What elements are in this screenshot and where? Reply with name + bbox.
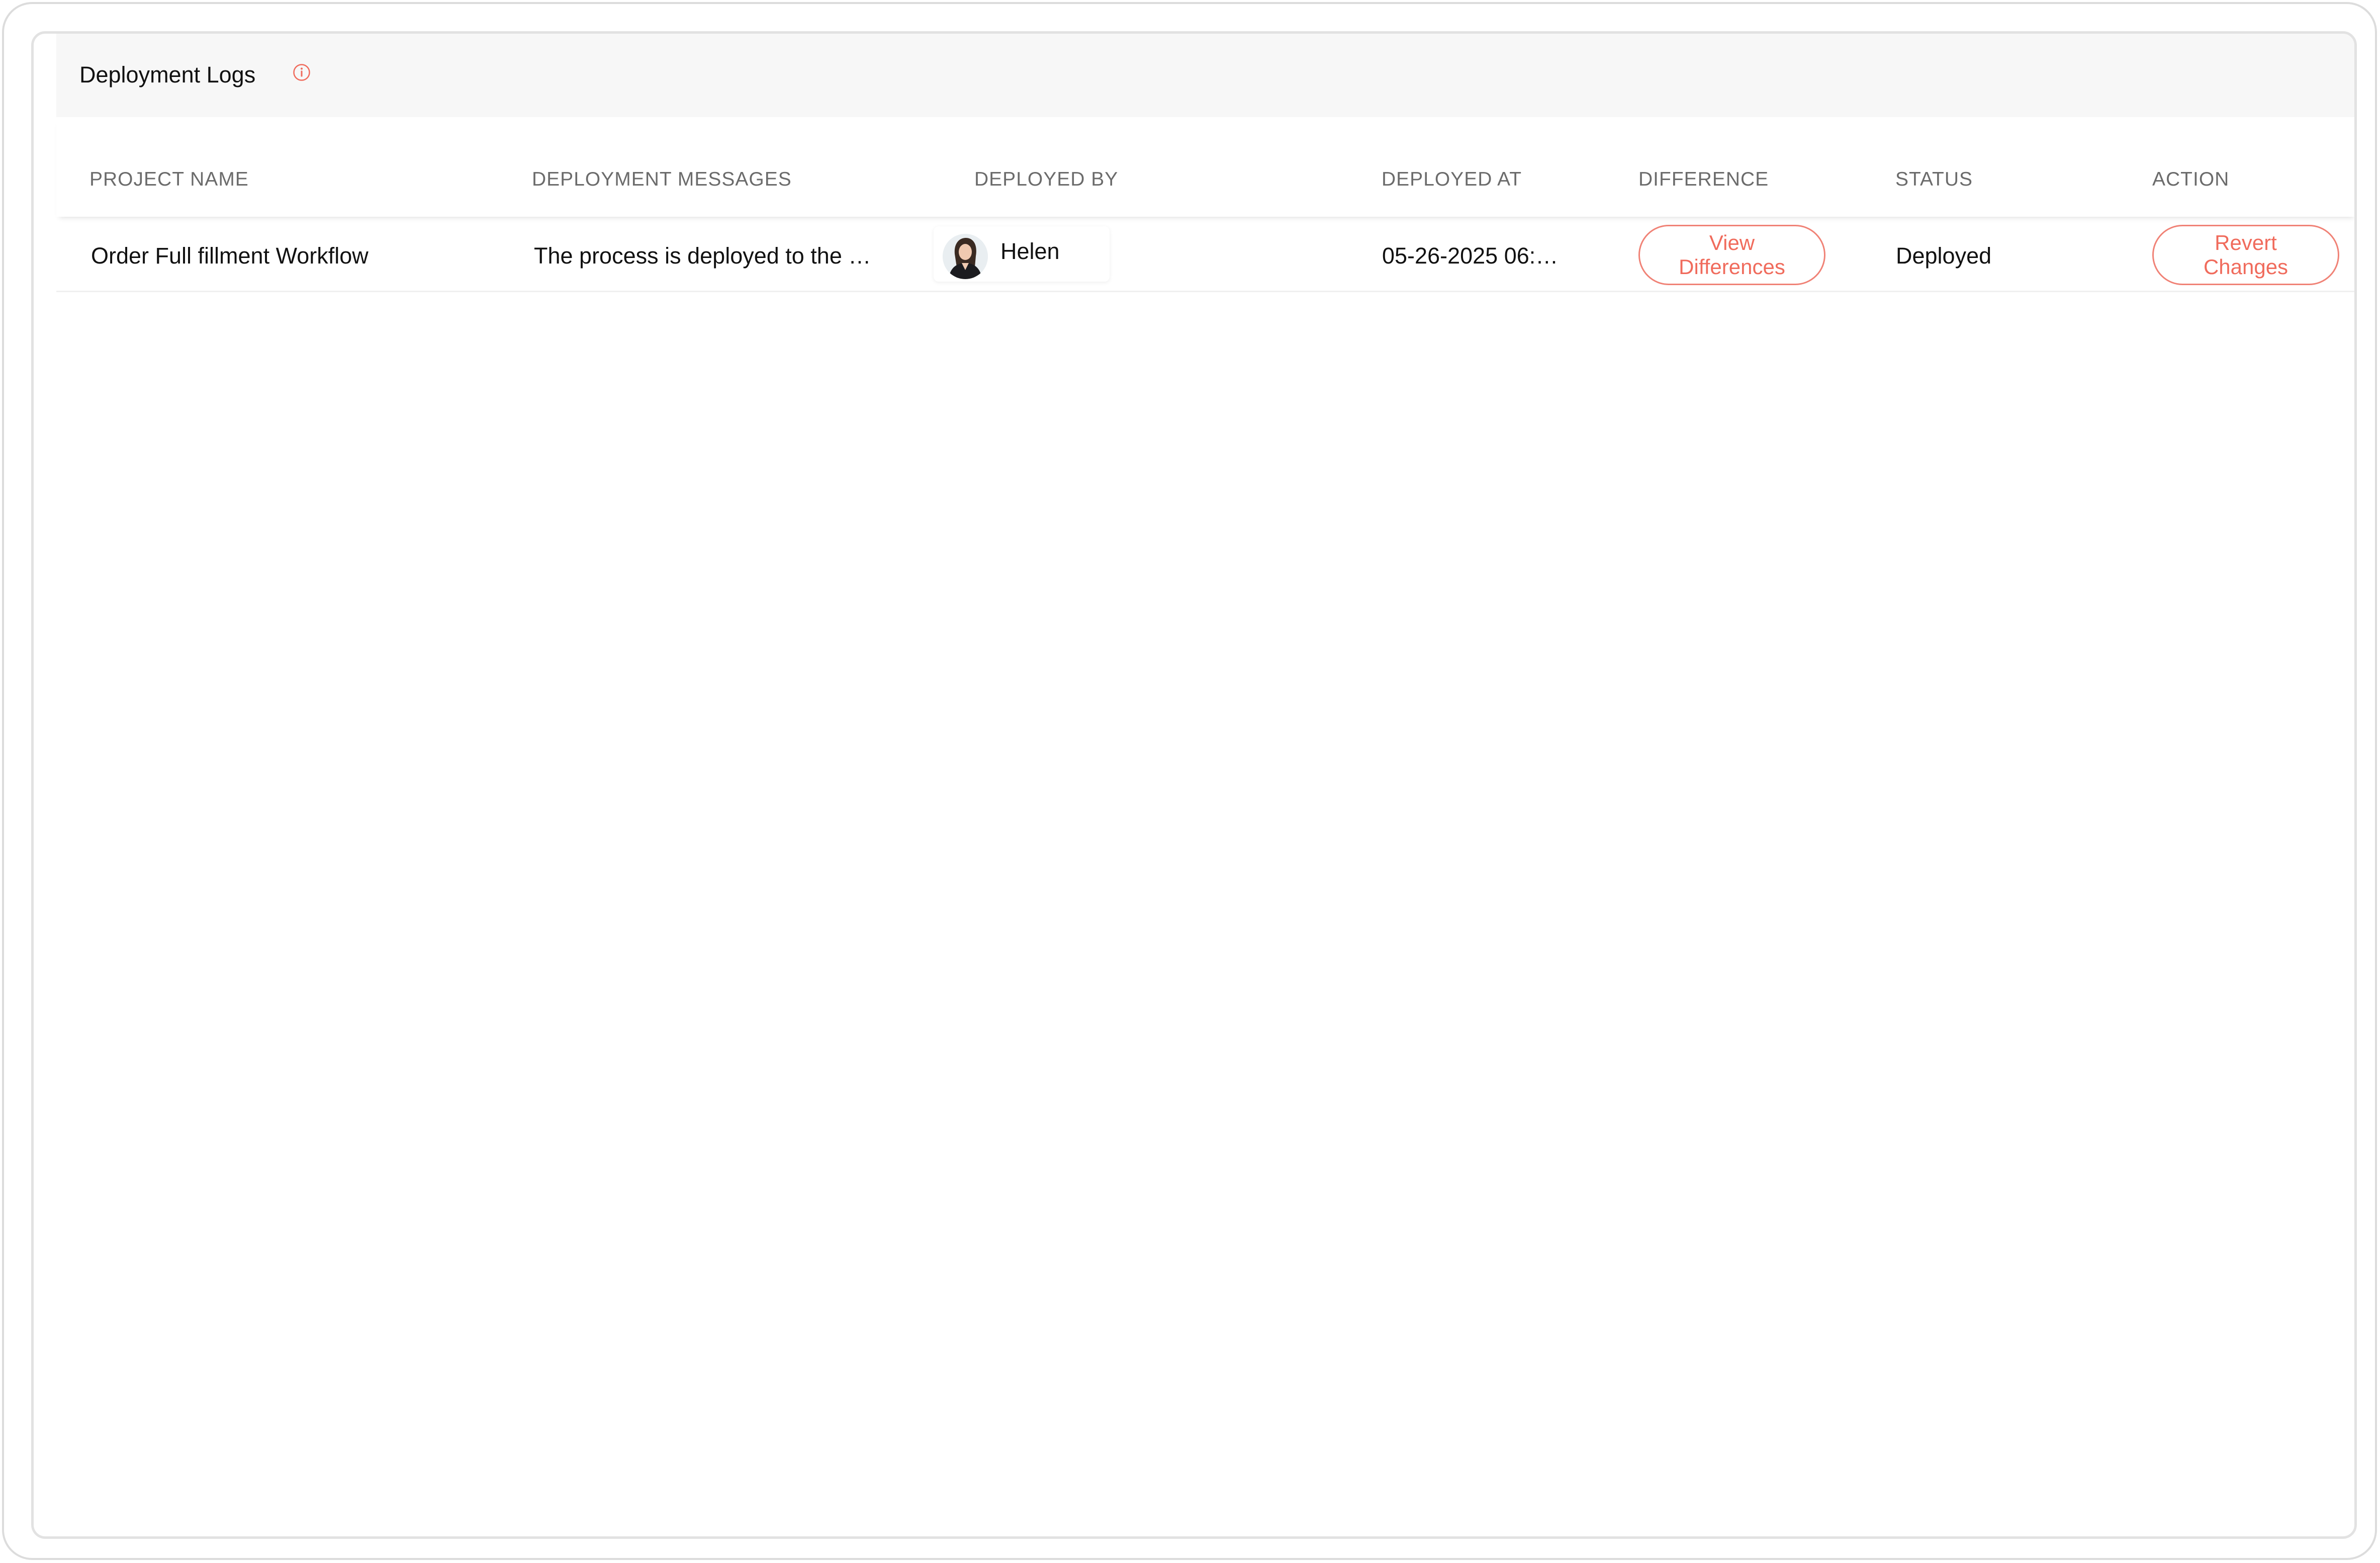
revert-changes-label-line2: Changes [2203,255,2289,279]
deployed-by-name: Helen [1000,238,1060,264]
deployment-message-cell: The process is deployed to the … [534,243,871,269]
project-name-cell: Order Full fillment Workflow [91,243,369,269]
panel-header: Deployment Logs [56,34,2354,117]
revert-changes-button[interactable]: Revert Changes [2152,225,2339,285]
deployed-at-cell: 05-26-2025 06:… [1382,243,1559,269]
column-header-difference: DIFFERENCE [1638,168,1769,190]
user-avatar [943,234,988,279]
view-differences-label-line2: Differences [1679,255,1785,279]
avatar-photo-icon [943,234,988,279]
view-differences-button[interactable]: View Differences [1638,225,1825,285]
column-header-deployed-by: DEPLOYED BY [974,168,1119,190]
deployed-by-cell: Helen [934,226,1110,282]
table-header: PROJECT NAME DEPLOYMENT MESSAGES DEPLOYE… [56,117,2354,217]
panel-title: Deployment Logs [79,62,256,88]
info-icon[interactable] [293,63,311,81]
deployment-logs-panel: Deployment Logs PROJECT NAME DEPLOYMENT … [31,31,2357,1539]
column-header-status: STATUS [1895,168,1973,190]
window-frame: Deployment Logs PROJECT NAME DEPLOYMENT … [2,2,2377,1560]
status-cell: Deployed [1896,243,1992,269]
column-header-deployment-messages: DEPLOYMENT MESSAGES [532,168,792,190]
column-header-deployed-at: DEPLOYED AT [1382,168,1522,190]
view-differences-label-line1: View [1709,231,1755,254]
column-header-project-name: PROJECT NAME [89,168,249,190]
column-header-action: ACTION [2152,168,2230,190]
revert-changes-label-line1: Revert [2215,231,2277,254]
table-row: Order Full fillment Workflow The process… [56,219,2354,292]
